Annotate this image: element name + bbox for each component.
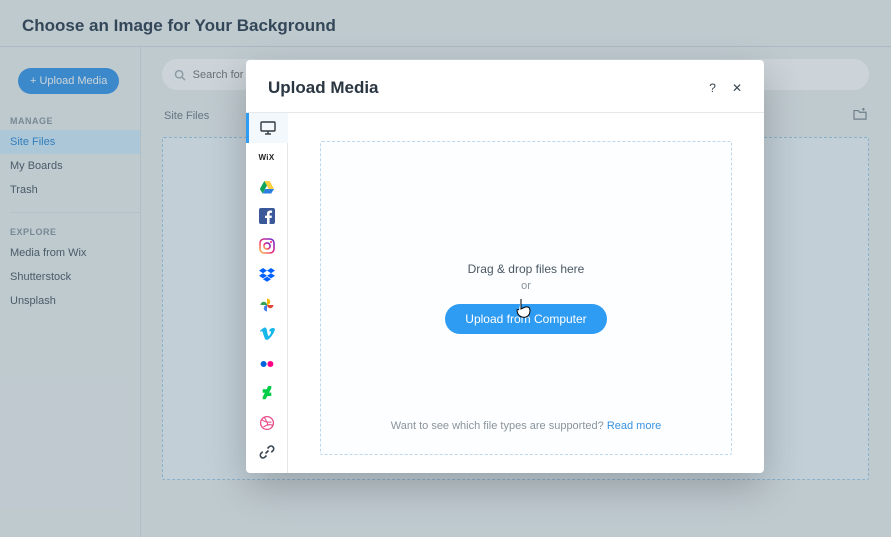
source-google-drive[interactable]: [246, 172, 288, 202]
google-photos-icon: [259, 297, 275, 313]
source-url[interactable]: [246, 438, 288, 468]
source-computer[interactable]: [246, 113, 288, 143]
dribbble-icon: [259, 415, 275, 431]
dropbox-icon: [259, 267, 275, 283]
google-drive-icon: [259, 179, 275, 195]
read-more-link[interactable]: Read more: [607, 420, 661, 432]
source-wix[interactable]: WiX: [246, 143, 288, 173]
source-dribbble[interactable]: [246, 408, 288, 438]
wix-icon: WiX: [259, 153, 275, 162]
or-text: or: [521, 280, 531, 292]
drag-drop-text: Drag & drop files here: [468, 262, 585, 276]
vimeo-icon: [259, 326, 275, 342]
help-icon[interactable]: ?: [709, 81, 716, 95]
drop-area[interactable]: Drag & drop files here or Upload from Co…: [320, 141, 732, 455]
source-dropbox[interactable]: [246, 261, 288, 291]
link-icon: [259, 444, 275, 460]
source-instagram[interactable]: [246, 231, 288, 261]
source-deviantart[interactable]: [246, 379, 288, 409]
supported-file-types-text: Want to see which file types are support…: [391, 420, 661, 432]
instagram-icon: [259, 238, 275, 254]
upload-from-computer-button[interactable]: Upload from Computer: [445, 304, 606, 334]
modal-title: Upload Media: [268, 78, 379, 98]
source-flickr[interactable]: [246, 349, 288, 379]
source-rail: WiX: [246, 113, 288, 473]
facebook-icon: [259, 208, 275, 224]
deviantart-icon: [259, 385, 275, 401]
computer-icon: [260, 120, 276, 136]
close-icon[interactable]: ✕: [732, 81, 742, 95]
flickr-icon: [259, 356, 275, 372]
source-vimeo[interactable]: [246, 320, 288, 350]
upload-media-modal: Upload Media ? ✕ WiX: [246, 60, 764, 473]
source-facebook[interactable]: [246, 202, 288, 232]
source-google-photos[interactable]: [246, 290, 288, 320]
